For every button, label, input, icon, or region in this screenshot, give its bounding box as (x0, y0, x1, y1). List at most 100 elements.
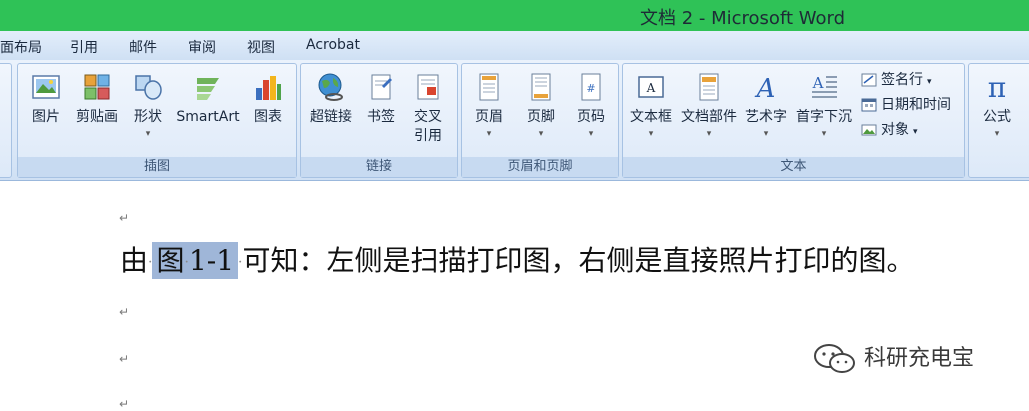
calendar-icon (861, 98, 877, 112)
object-dropdown-arrow-icon: ▾ (913, 127, 918, 137)
footer-dropdown-arrow-icon: ▾ (538, 129, 544, 139)
paragraph-mark: ↵ (119, 352, 130, 366)
ribbon: 图片 剪贴画 形状 ▾ SmartArt 图表 插图 超链接 书签 交叉 引用 … (0, 60, 1029, 181)
smartart-icon (197, 78, 219, 100)
hyperlink-label: 超链接 (310, 109, 352, 125)
ribbon-group-text: A 文本框 ▾ 文档部件 ▾ A 艺术字 ▾ A 首字下沉 ▾ 签名行 ▾ 日期… (622, 63, 965, 178)
tab-acrobat[interactable]: Acrobat (306, 37, 360, 53)
cross-reference-button[interactable]: 交叉 引用 (405, 72, 451, 146)
quick-parts-dropdown-arrow-icon: ▾ (706, 129, 712, 139)
watermark: 科研充电宝 (812, 340, 974, 375)
shapes-dropdown-arrow-icon: ▾ (145, 129, 151, 139)
page-number-dropdown-arrow-icon: ▾ (588, 129, 594, 139)
tab-mailings[interactable]: 邮件 (129, 37, 157, 57)
signature-line-dropdown-arrow-icon: ▾ (927, 77, 932, 87)
signature-line-button[interactable]: 签名行 ▾ (861, 69, 932, 91)
ribbon-group-links: 超链接 书签 交叉 引用 链接 (300, 63, 458, 178)
bookmark-icon (371, 74, 392, 100)
page-number-label: 页码 (577, 109, 605, 125)
illustrations-group-label: 插图 (18, 157, 296, 177)
page-number-button[interactable]: # 页码 ▾ (568, 72, 614, 141)
bookmark-label: 书签 (367, 109, 395, 125)
picture-label: 图片 (32, 109, 60, 125)
pi-icon: π (988, 72, 1006, 102)
text-before-selection: 由 (120, 244, 149, 277)
ribbon-tab-bar: 面布局 引用 邮件 审阅 视图 Acrobat (0, 31, 1029, 61)
quick-parts-button[interactable]: 文档部件 ▾ (679, 72, 739, 141)
signature-line-label: 签名行 (881, 72, 923, 88)
ribbon-group-illustrations: 图片 剪贴画 形状 ▾ SmartArt 图表 插图 (17, 63, 297, 178)
cross-reference-label-line1: 交叉 (414, 109, 442, 125)
paragraph-mark: ↵ (119, 211, 130, 225)
svg-text:A: A (812, 74, 824, 92)
chart-button[interactable]: 图表 (246, 72, 290, 127)
document-text-line[interactable]: 由· 图·1-1 ·可知：左侧是扫描打印图，右侧是直接照片打印的图。 (120, 239, 915, 279)
shapes-icon (135, 75, 162, 100)
ribbon-group-pages-partial (0, 63, 12, 178)
object-icon (861, 124, 877, 136)
shapes-button[interactable]: 形状 ▾ (126, 72, 170, 141)
wordart-icon: A (755, 74, 776, 102)
window-title: 文档 2 - Microsoft Word (640, 8, 846, 29)
svg-text:#: # (586, 82, 595, 95)
picture-button[interactable]: 图片 (24, 72, 68, 127)
shapes-label: 形状 (134, 109, 162, 125)
textbox-label: 文本框 (630, 109, 672, 125)
wordart-button[interactable]: A 艺术字 ▾ (741, 72, 791, 141)
globe-link-icon (318, 73, 343, 101)
watermark-text: 科研充电宝 (864, 346, 975, 371)
date-time-button[interactable]: 日期和时间 (861, 94, 951, 116)
tab-references[interactable]: 引用 (70, 37, 98, 57)
drop-cap-icon: A (812, 74, 837, 98)
smartart-button[interactable]: SmartArt (172, 72, 244, 127)
picture-icon (32, 75, 60, 99)
selected-text-part-2: 1-1 (188, 244, 235, 277)
textbox-dropdown-arrow-icon: ▾ (648, 129, 654, 139)
smartart-label: SmartArt (176, 109, 240, 125)
links-group-label: 链接 (301, 157, 457, 177)
drop-cap-dropdown-arrow-icon: ▾ (821, 129, 827, 139)
hyperlink-button[interactable]: 超链接 (303, 72, 359, 127)
textbox-icon: A (638, 76, 664, 98)
tab-page-layout[interactable]: 面布局 (0, 37, 42, 57)
svg-text:π: π (988, 72, 1006, 102)
quick-parts-icon (699, 73, 719, 101)
page-number-icon: # (581, 73, 601, 101)
wordart-dropdown-arrow-icon: ▾ (763, 129, 769, 139)
ribbon-group-header-footer: 页眉 ▾ 页脚 ▾ # 页码 ▾ 页眉和页脚 (461, 63, 619, 178)
cross-reference-label-line2: 引用 (414, 128, 442, 144)
chart-label: 图表 (254, 109, 282, 125)
wordart-label: 艺术字 (745, 109, 787, 125)
paragraph-mark: ↵ (119, 305, 130, 319)
footer-label: 页脚 (527, 109, 555, 125)
object-button[interactable]: 对象 ▾ (861, 119, 918, 141)
cross-reference-icon (417, 74, 439, 100)
tab-view[interactable]: 视图 (247, 37, 275, 57)
selected-text[interactable]: 图·1-1 (152, 242, 239, 279)
equation-dropdown-arrow-icon: ▾ (994, 129, 1000, 139)
drop-cap-button[interactable]: A 首字下沉 ▾ (793, 72, 855, 141)
equation-button[interactable]: π 公式 ▾ (973, 72, 1021, 141)
header-dropdown-arrow-icon: ▾ (486, 129, 492, 139)
bookmark-button[interactable]: 书签 (361, 72, 401, 127)
footer-button[interactable]: 页脚 ▾ (518, 72, 564, 141)
drop-cap-label: 首字下沉 (796, 109, 852, 125)
text-after-selection: 可知：左侧是扫描打印图，右侧是直接照片打印的图。 (242, 244, 915, 277)
header-footer-group-label: 页眉和页脚 (462, 157, 618, 177)
clipart-button[interactable]: 剪贴画 (70, 72, 124, 127)
svg-text:A: A (646, 81, 656, 95)
header-label: 页眉 (475, 109, 503, 125)
clipart-icon (84, 74, 110, 100)
quick-parts-label: 文档部件 (681, 109, 737, 125)
header-button[interactable]: 页眉 ▾ (466, 72, 512, 141)
textbox-button[interactable]: A 文本框 ▾ (627, 72, 675, 141)
svg-text:A: A (755, 74, 776, 102)
wechat-icon (814, 344, 855, 373)
equation-label: 公式 (983, 109, 1011, 125)
tab-review[interactable]: 审阅 (188, 37, 216, 57)
footer-icon (531, 73, 551, 101)
ribbon-group-symbols-partial: π 公式 ▾ (968, 63, 1029, 178)
text-group-label: 文本 (623, 157, 964, 177)
signature-icon (861, 73, 877, 87)
title-bar: 文档 2 - Microsoft Word (0, 0, 1029, 31)
